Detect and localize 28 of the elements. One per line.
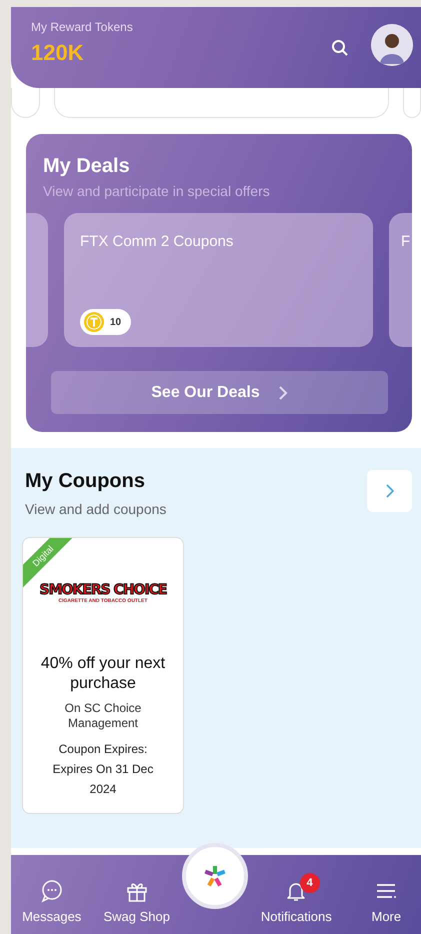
deal-title: FTX Comm 2 Coupons <box>80 233 234 250</box>
chevron-icon <box>386 484 394 498</box>
nav-tab[interactable]: Notifications 4 <box>260 873 332 924</box>
deal-card[interactable]: FTX Comm 2 Coupons 10 <box>64 213 373 347</box>
merchant-text: On SC Choice Management <box>64 701 142 731</box>
tokens-value: 120K <box>31 40 85 66</box>
offer-text: 40% off your next purchase <box>40 654 166 694</box>
tokens-label: My Reward Tokens <box>31 20 134 34</box>
nav-tab[interactable]: Swag Shop <box>103 873 170 924</box>
token-count: 10 <box>80 309 132 335</box>
see-deals-button[interactable]: See Our Deals <box>51 371 388 414</box>
chat-icon <box>40 879 64 903</box>
avatar-icon[interactable] <box>371 24 413 66</box>
notification-badge: 4 <box>300 873 320 893</box>
section-subtitle: View and add coupons <box>25 501 168 517</box>
search-icon[interactable] <box>331 38 349 56</box>
chevron-icon <box>278 384 288 400</box>
expiry-date: Expires On 31 Dec 2024 <box>52 761 154 798</box>
nav-tab[interactable]: More <box>371 873 402 924</box>
brand-logo: SMOKERS CHOICE <box>39 582 166 598</box>
section-subtitle: View and participate in special offers <box>43 183 271 199</box>
nav-tab[interactable]: Messages <box>22 873 82 924</box>
deal-title: F <box>401 233 412 250</box>
section-title: My Deals <box>43 155 131 178</box>
coin-icon <box>84 312 104 332</box>
flower-logo-icon <box>203 864 227 888</box>
section-title: My Coupons <box>25 470 146 493</box>
expiry-label: Coupon Expires: <box>58 741 148 758</box>
